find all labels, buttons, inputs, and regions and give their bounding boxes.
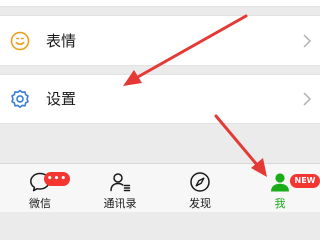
tab-chats[interactable]: 微信	[0, 164, 80, 213]
tab-contacts[interactable]: 通讯录	[80, 164, 160, 213]
tab-label-discover: 发现	[189, 197, 211, 210]
chevron-right-icon	[303, 33, 312, 48]
me-person-icon	[271, 173, 289, 192]
tab-discover[interactable]: 发现	[160, 164, 240, 213]
tab-label-chats: 微信	[29, 197, 51, 210]
bottom-tab-bar: 微信 通讯录 发现 我 ••• NEW	[0, 163, 320, 212]
menu-row-emoji[interactable]: 表情	[0, 15, 320, 66]
settings-gear-icon	[11, 89, 29, 109]
menu-label-settings: 设置	[46, 90, 77, 108]
new-badge: NEW	[290, 174, 320, 188]
unread-badge: •••	[44, 172, 70, 186]
menu-row-settings[interactable]: 设置	[0, 74, 320, 124]
smiley-icon	[10, 31, 30, 50]
tab-label-me: 我	[274, 197, 286, 210]
tab-me[interactable]: 我	[240, 164, 320, 213]
tab-label-contacts: 通讯录	[103, 197, 137, 210]
contacts-person-icon	[110, 173, 131, 192]
compass-icon	[190, 172, 210, 192]
previous-menu-row[interactable]	[0, 0, 320, 7]
screen: 表情 设置 微信 通讯录 发现 我 ••• NEW	[0, 0, 320, 212]
chevron-right-icon	[303, 92, 312, 106]
menu-label-emoji: 表情	[46, 31, 77, 50]
